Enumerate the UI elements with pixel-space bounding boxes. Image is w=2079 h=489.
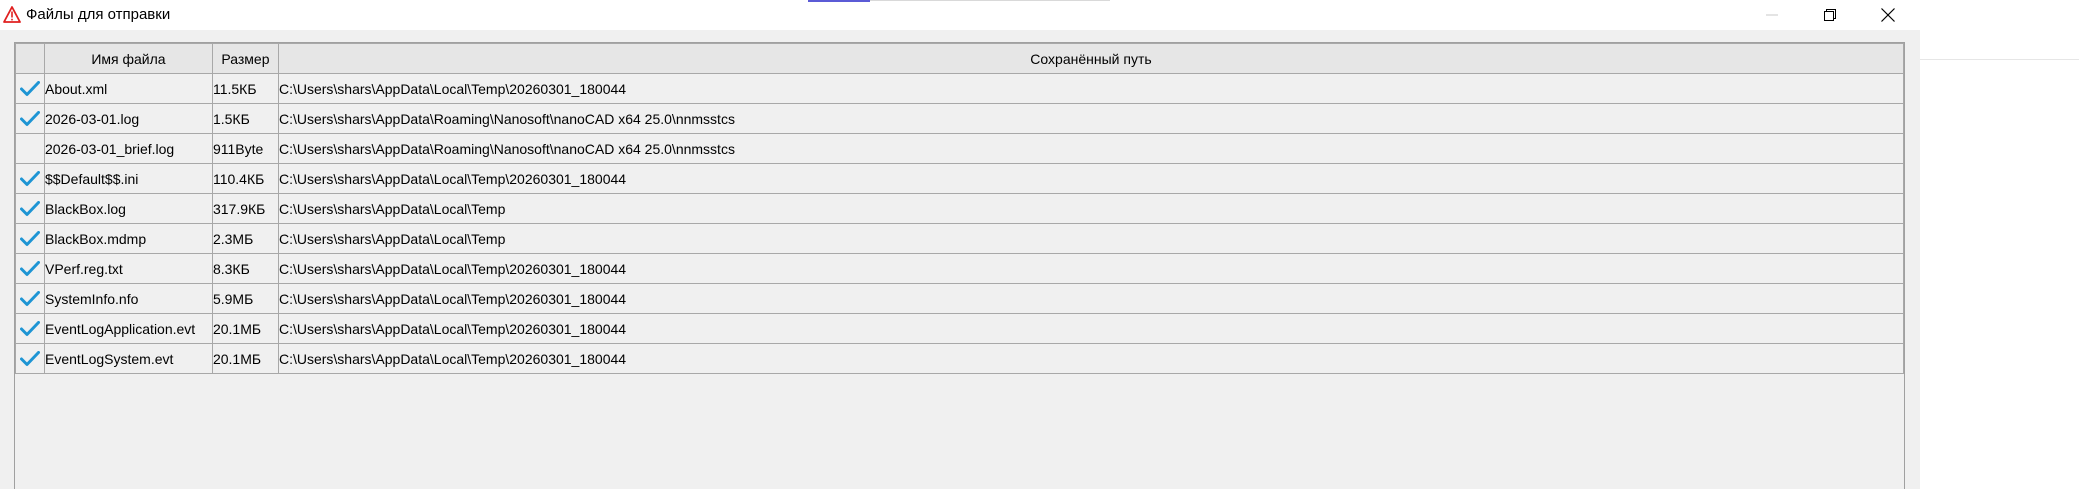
file-name-cell: 2026-03-01_brief.log [43, 133, 213, 164]
file-name-cell: $$Default$$.ini [43, 163, 213, 194]
minimize-button[interactable] [1743, 0, 1801, 30]
checkmark-icon [19, 110, 40, 126]
table-row[interactable]: About.xml 11.5КБ C:\Users\shars\AppData\Lo… [15, 73, 1905, 104]
file-name-cell: About.xml [43, 73, 213, 104]
file-path-cell: C:\Users\shars\AppData\Local\Temp [277, 193, 1905, 224]
checkmark-icon [19, 350, 40, 366]
row-checkbox[interactable] [15, 253, 45, 284]
background-divider [870, 0, 1110, 1]
file-size-cell: 2.3МБ [211, 223, 279, 254]
column-header-name[interactable]: Имя файла [43, 43, 213, 74]
row-checkbox[interactable] [15, 283, 45, 314]
file-name-cell: SystemInfo.nfo [43, 283, 213, 314]
file-size-cell: 317.9КБ [211, 193, 279, 224]
file-name-cell: BlackBox.mdmp [43, 223, 213, 254]
file-size-cell: 8.3КБ [211, 253, 279, 284]
file-size-cell: 911Byte [211, 133, 279, 164]
row-checkbox[interactable] [15, 193, 45, 224]
minimize-icon [1766, 14, 1778, 16]
file-name-cell: 2026-03-01.log [43, 103, 213, 134]
header-row: Имя файла Размер Сохранённый путь [15, 43, 1905, 74]
row-checkbox[interactable] [15, 133, 45, 164]
file-path-cell: C:\Users\shars\AppData\Local\Temp [277, 223, 1905, 254]
table-row[interactable]: EventLogSystem.evt 20.1МБ C:\Users\shars\A… [15, 343, 1905, 374]
row-checkbox[interactable] [15, 223, 45, 254]
table-row[interactable]: EventLogApplication.evt 20.1МБ C:\Users\sh… [15, 313, 1905, 344]
checkmark-icon [19, 200, 40, 216]
checkmark-icon [19, 320, 40, 336]
close-icon [1881, 8, 1895, 22]
table-row[interactable]: SystemInfo.nfo 5.9МБ C:\Users\shars\AppDat… [15, 283, 1905, 314]
checkmark-icon [19, 80, 40, 96]
table-row[interactable]: 2026-03-01.log 1.5КБ C:\Users\shars\AppDat… [15, 103, 1905, 134]
file-size-cell: 20.1МБ [211, 343, 279, 374]
file-path-cell: C:\Users\shars\AppData\Local\Temp\202603… [277, 73, 1905, 104]
files-grid[interactable]: Имя файла Размер Сохранённый путь About.… [14, 42, 1905, 489]
checkmark-icon [19, 290, 40, 306]
table-row[interactable]: BlackBox.mdmp 2.3МБ C:\Users\shars\AppData… [15, 223, 1905, 254]
file-size-cell: 11.5КБ [211, 73, 279, 104]
files-to-send-window: Файлы для отправки Имя файла Размер Сохр… [0, 0, 1920, 489]
checkmark-icon [19, 170, 40, 186]
checkmark-icon [19, 230, 40, 246]
file-path-cell: C:\Users\shars\AppData\Roaming\Nanosoft\… [277, 103, 1905, 134]
background-divider-right [1920, 59, 2079, 60]
row-checkbox[interactable] [15, 73, 45, 104]
file-path-cell: C:\Users\shars\AppData\Local\Temp\202603… [277, 313, 1905, 344]
file-size-cell: 20.1МБ [211, 313, 279, 344]
column-header-size[interactable]: Размер [211, 43, 279, 74]
file-name-cell: EventLogSystem.evt [43, 343, 213, 374]
file-name-cell: EventLogApplication.evt [43, 313, 213, 344]
file-path-cell: C:\Users\shars\AppData\Local\Temp\202603… [277, 163, 1905, 194]
row-checkbox[interactable] [15, 313, 45, 344]
file-name-cell: VPerf.reg.txt [43, 253, 213, 284]
row-checkbox[interactable] [15, 343, 45, 374]
file-path-cell: C:\Users\shars\AppData\Roaming\Nanosoft\… [277, 133, 1905, 164]
title-bar[interactable]: Файлы для отправки [0, 0, 1920, 30]
restore-button[interactable] [1801, 0, 1859, 30]
table-row[interactable]: VPerf.reg.txt 8.3КБ C:\Users\shars\AppData… [15, 253, 1905, 284]
file-size-cell: 5.9МБ [211, 283, 279, 314]
file-name-cell: BlackBox.log [43, 193, 213, 224]
table-row[interactable]: BlackBox.log 317.9КБ C:\Users\shars\AppDat… [15, 193, 1905, 224]
file-path-cell: C:\Users\shars\AppData\Local\Temp\202603… [277, 343, 1905, 374]
file-size-cell: 110.4КБ [211, 163, 279, 194]
row-checkbox[interactable] [15, 103, 45, 134]
warning-triangle-icon [3, 6, 21, 23]
table-row[interactable]: $$Default$$.ini 110.4КБ C:\Users\shars\App… [15, 163, 1905, 194]
background-accent-strip [808, 0, 870, 2]
file-path-cell: C:\Users\shars\AppData\Local\Temp\202603… [277, 283, 1905, 314]
column-header-check[interactable] [15, 43, 45, 74]
close-button[interactable] [1859, 0, 1917, 30]
column-header-path[interactable]: Сохранённый путь [277, 43, 1905, 74]
restore-icon [1824, 9, 1836, 21]
files-table: Имя файла Размер Сохранённый путь About.… [15, 43, 1905, 374]
window-title: Файлы для отправки [26, 6, 171, 23]
file-path-cell: C:\Users\shars\AppData\Local\Temp\202603… [277, 253, 1905, 284]
table-row[interactable]: 2026-03-01_brief.log 911Byte C:\Users\shar… [15, 133, 1905, 164]
row-checkbox[interactable] [15, 163, 45, 194]
file-size-cell: 1.5КБ [211, 103, 279, 134]
checkmark-icon [19, 260, 40, 276]
